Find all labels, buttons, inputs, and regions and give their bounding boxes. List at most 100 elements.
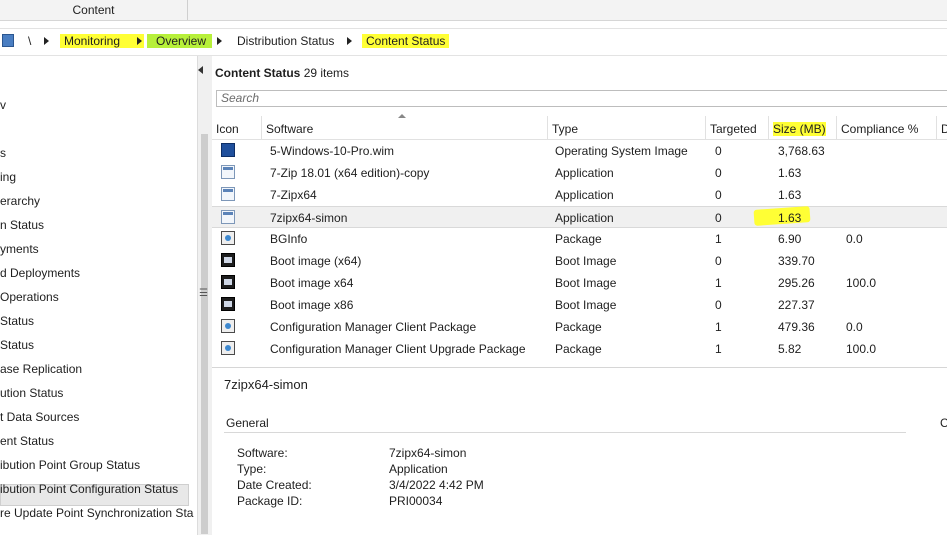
cell-type: Package — [555, 320, 602, 334]
package-icon — [221, 231, 235, 245]
cell-software: 7-Zip 18.01 (x64 edition)-copy — [270, 166, 430, 180]
breadcrumb-root[interactable]: \ — [28, 34, 31, 48]
cell-software: Configuration Manager Client Package — [270, 320, 477, 334]
table-row-selected[interactable]: 7zipx64-simon Application 0 1.63 — [212, 206, 947, 228]
package-icon — [221, 319, 235, 333]
nav-item[interactable]: v — [0, 98, 6, 112]
cell-software: 7zipx64-simon — [270, 211, 348, 225]
table-row[interactable]: Configuration Manager Client Package Pac… — [212, 316, 947, 338]
scrollbar-thumb[interactable] — [201, 134, 208, 534]
column-header-software[interactable]: Software — [262, 116, 548, 140]
cell-type: Boot Image — [555, 254, 617, 268]
cell-type: Application — [555, 188, 614, 202]
field-label: Software: — [237, 446, 288, 460]
breadcrumb-overview[interactable]: Overview — [147, 34, 213, 48]
field-value: PRI00034 — [389, 494, 443, 508]
details-title: 7zipx64-simon — [224, 377, 308, 392]
nav-item[interactable]: ibution Point Group Status — [0, 458, 140, 472]
os-image-icon — [221, 143, 235, 157]
column-header-d[interactable]: D — [937, 116, 947, 140]
nav-item[interactable]: erarchy — [0, 194, 40, 208]
breadcrumb-monitoring[interactable]: Monitoring — [60, 34, 145, 48]
cell-targeted: 1 — [715, 232, 722, 246]
nav-item[interactable]: Operations — [0, 290, 59, 304]
cell-size: 1.63 — [778, 211, 802, 225]
chevron-right-icon[interactable] — [347, 37, 352, 45]
collapse-pane-icon[interactable] — [198, 66, 203, 74]
ribbon-separator — [187, 0, 188, 20]
nav-item[interactable]: Status — [0, 314, 34, 328]
field-value: 7zipx64-simon — [389, 446, 467, 460]
cell-targeted: 0 — [715, 166, 722, 180]
cell-compliance: 0.0 — [846, 320, 863, 334]
details-section-c: C — [940, 416, 947, 430]
cell-type: Operating System Image — [555, 144, 688, 158]
cell-compliance: 0.0 — [846, 232, 863, 246]
cell-type: Package — [555, 232, 602, 246]
application-icon — [221, 210, 235, 224]
column-header-type[interactable]: Type — [548, 116, 706, 140]
address-bar: \ Monitoring Overview Distribution Statu… — [0, 28, 947, 56]
nav-item[interactable]: ase Replication — [0, 362, 82, 376]
nav-item[interactable]: yments — [0, 242, 39, 256]
boot-image-icon — [221, 297, 235, 311]
navigation-icon[interactable] — [2, 34, 14, 47]
cell-targeted: 0 — [715, 211, 722, 225]
nav-item[interactable]: ution Status — [0, 386, 63, 400]
table-row[interactable]: 7-Zipx64 Application 0 1.63 — [212, 184, 947, 206]
column-header-compliance[interactable]: Compliance % — [837, 116, 937, 140]
nav-item[interactable]: t Data Sources — [0, 410, 79, 424]
ribbon-tab-content[interactable]: Content — [0, 3, 187, 17]
search-input[interactable]: Search — [216, 90, 947, 107]
chevron-right-icon[interactable] — [137, 37, 142, 45]
cell-compliance: 100.0 — [846, 342, 877, 356]
cell-type: Application — [555, 211, 614, 225]
application-icon — [221, 165, 235, 179]
nav-item[interactable]: d Deployments — [0, 266, 80, 280]
cell-size: 295.26 — [778, 276, 815, 290]
section-divider — [224, 432, 906, 433]
table-row[interactable]: Boot image x64 Boot Image 1 295.26 100.0 — [212, 272, 947, 294]
column-header-targeted[interactable]: Targeted — [706, 116, 769, 140]
nav-item[interactable]: re Update Point Synchronization Sta — [0, 506, 193, 520]
cell-size: 3,768.63 — [778, 144, 825, 158]
cell-size: 1.63 — [778, 166, 802, 180]
content-pane: Content Status 29 items Search Icon Soft… — [212, 56, 947, 536]
nav-item-content-status[interactable]: ent Status — [0, 434, 54, 448]
cell-size: 479.36 — [778, 320, 815, 334]
cell-targeted: 0 — [715, 188, 722, 202]
application-icon — [221, 187, 235, 201]
table-row[interactable]: 7-Zip 18.01 (x64 edition)-copy Applicati… — [212, 162, 947, 184]
table-row[interactable]: Configuration Manager Client Upgrade Pac… — [212, 338, 947, 360]
cell-software: 5-Windows-10-Pro.wim — [270, 144, 395, 158]
chevron-right-icon[interactable] — [44, 37, 49, 45]
view-title-label: Content Status — [215, 66, 301, 80]
column-header-icon[interactable]: Icon — [212, 116, 262, 140]
nav-item[interactable]: ibution Point Configuration Status — [0, 482, 178, 496]
splitter-grip-icon[interactable]: ☰ — [199, 288, 208, 299]
cell-size: 6.90 — [778, 232, 802, 246]
nav-item[interactable]: s — [0, 146, 6, 160]
cell-targeted: 1 — [715, 276, 722, 290]
nav-item[interactable]: n Status — [0, 218, 44, 232]
breadcrumb-distribution-status[interactable]: Distribution Status — [237, 34, 334, 48]
cell-software: 7-Zipx64 — [270, 188, 317, 202]
field-label: Type: — [237, 462, 267, 476]
table-row[interactable]: BGInfo Package 1 6.90 0.0 — [212, 228, 947, 250]
table-row[interactable]: Boot image x86 Boot Image 0 227.37 — [212, 294, 947, 316]
cell-size: 339.70 — [778, 254, 815, 268]
cell-software: Boot image (x64) — [270, 254, 362, 268]
cell-software: Boot image x64 — [270, 276, 354, 290]
nav-item[interactable]: Status — [0, 338, 34, 352]
cell-size: 1.63 — [778, 188, 802, 202]
details-section-general: General — [226, 416, 269, 430]
column-header-size[interactable]: Size (MB) — [769, 116, 837, 140]
breadcrumb-content-status[interactable]: Content Status — [362, 34, 450, 48]
chevron-right-icon[interactable] — [217, 37, 222, 45]
table-row[interactable]: 5-Windows-10-Pro.wim Operating System Im… — [212, 140, 947, 162]
nav-item[interactable]: ing — [0, 170, 16, 184]
cell-targeted: 0 — [715, 144, 722, 158]
cell-targeted: 1 — [715, 320, 722, 334]
table-row[interactable]: Boot image (x64) Boot Image 0 339.70 — [212, 250, 947, 272]
boot-image-icon — [221, 253, 235, 267]
